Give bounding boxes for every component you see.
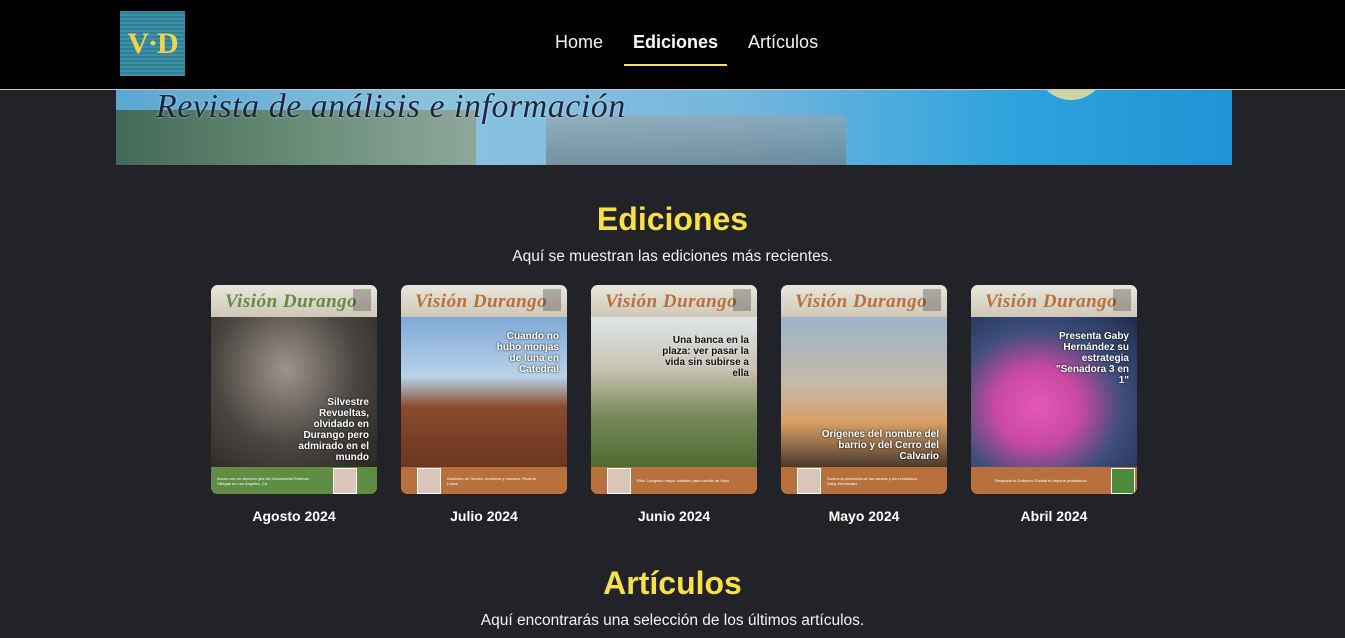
cover-thumbnail xyxy=(417,467,441,494)
cover-footer-text: Pide Congreso mayor subsidio para cerril… xyxy=(637,478,729,483)
cover-footer: Gobierno de Gómez, ancianos y humano. Ri… xyxy=(401,467,567,494)
cover-headline: Una banca en la plaza: ver pasar la vida… xyxy=(662,335,749,379)
cover-masthead: Visión Durango xyxy=(781,285,947,317)
edition-cover[interactable]: Visión Durango Una banca en la plaza: ve… xyxy=(591,285,757,494)
articles-title: Artículos xyxy=(603,565,742,601)
nav-home-link[interactable]: Home xyxy=(546,22,612,56)
cover-footer-text: Somos la presencia de las causas y los r… xyxy=(827,475,918,486)
cover-footer-text: Respalda el Gobierno Estatal el deporte … xyxy=(995,478,1087,483)
cover-masthead: Visión Durango xyxy=(401,285,567,317)
cover-thumbnail xyxy=(333,467,357,494)
edition-card[interactable]: Visión Durango Presenta Gaby Hernández s… xyxy=(971,285,1137,525)
banner-tagline: Revista de análisis e información xyxy=(156,90,626,125)
cover-headline: Silvestre Revueltas, olvidado en Durango… xyxy=(298,397,369,463)
top-navbar: V·D Home Ediciones Artículos xyxy=(0,0,1345,90)
edition-card[interactable]: Visión Durango Silvestre Revueltas, olvi… xyxy=(211,285,377,525)
site-logo[interactable]: V·D xyxy=(120,11,185,76)
edition-cover[interactable]: Visión Durango Silvestre Revueltas, olvi… xyxy=(211,285,377,494)
cover-footer-text: Acoso con un derecho gris del Gobernador… xyxy=(217,475,310,486)
edition-cover[interactable]: Visión Durango Orígenes del nombre del b… xyxy=(781,285,947,494)
banner-emblem xyxy=(1036,90,1106,100)
cover-masthead: Visión Durango xyxy=(211,285,377,317)
cover-headline: Cuando no hubo monjas de luna en Catedra… xyxy=(496,331,559,375)
cover-issue-tag xyxy=(543,289,561,311)
cover-footer: Acoso con un derecho gris del Gobernador… xyxy=(211,467,377,494)
editions-subtitle: Aquí se muestran las ediciones más recie… xyxy=(512,248,833,265)
edition-cover[interactable]: Visión Durango Cuando no hubo monjas de … xyxy=(401,285,567,494)
cover-issue-tag xyxy=(733,289,751,311)
edition-card[interactable]: Visión Durango Cuando no hubo monjas de … xyxy=(401,285,567,525)
cover-footer-text: Gobierno de Gómez, ancianos y humano. Ri… xyxy=(447,475,536,486)
editions-title: Ediciones xyxy=(596,201,749,237)
cover-issue-tag xyxy=(923,289,941,311)
edition-label[interactable]: Junio 2024 xyxy=(638,508,710,524)
cover-footer: Pide Congreso mayor subsidio para cerril… xyxy=(591,467,757,494)
main-nav: Home Ediciones Artículos xyxy=(540,22,833,66)
cover-thumbnail xyxy=(607,467,631,494)
editions-grid: Visión Durango Silvestre Revueltas, olvi… xyxy=(211,285,1137,525)
cover-title: Visión Durango xyxy=(225,291,358,312)
edition-card[interactable]: Visión Durango Orígenes del nombre del b… xyxy=(781,285,947,525)
cover-issue-tag xyxy=(1113,289,1131,311)
edition-card[interactable]: Visión Durango Una banca en la plaza: ve… xyxy=(591,285,757,525)
cover-title: Visión Durango xyxy=(415,291,548,312)
cover-thumbnail xyxy=(797,467,821,494)
edition-label[interactable]: Agosto 2024 xyxy=(252,508,335,524)
cover-title: Visión Durango xyxy=(985,291,1118,312)
nav-articulos-link[interactable]: Artículos xyxy=(739,22,827,56)
cover-footer: Respalda el Gobierno Estatal el deporte … xyxy=(971,467,1137,494)
edition-label[interactable]: Julio 2024 xyxy=(450,508,518,524)
edition-label[interactable]: Mayo 2024 xyxy=(829,508,900,524)
cover-thumbnail xyxy=(1111,467,1135,494)
cover-title: Visión Durango xyxy=(795,291,928,312)
cover-issue-tag xyxy=(353,289,371,311)
cover-title: Visión Durango xyxy=(605,291,738,312)
hero-banner: Revista de análisis e información xyxy=(116,90,1232,165)
cover-masthead: Visión Durango xyxy=(591,285,757,317)
edition-cover[interactable]: Visión Durango Presenta Gaby Hernández s… xyxy=(971,285,1137,494)
cover-footer: Somos la presencia de las causas y los r… xyxy=(781,467,947,494)
edition-label[interactable]: Abril 2024 xyxy=(1021,508,1088,524)
cover-masthead: Visión Durango xyxy=(971,285,1137,317)
nav-ediciones-link[interactable]: Ediciones xyxy=(624,22,728,66)
cover-headline: Presenta Gaby Hernández su estrategia "S… xyxy=(1055,331,1129,386)
cover-headline: Orígenes del nombre del barrio y del Cer… xyxy=(821,429,939,462)
articles-subtitle: Aquí encontrarás una selección de los úl… xyxy=(480,612,865,629)
